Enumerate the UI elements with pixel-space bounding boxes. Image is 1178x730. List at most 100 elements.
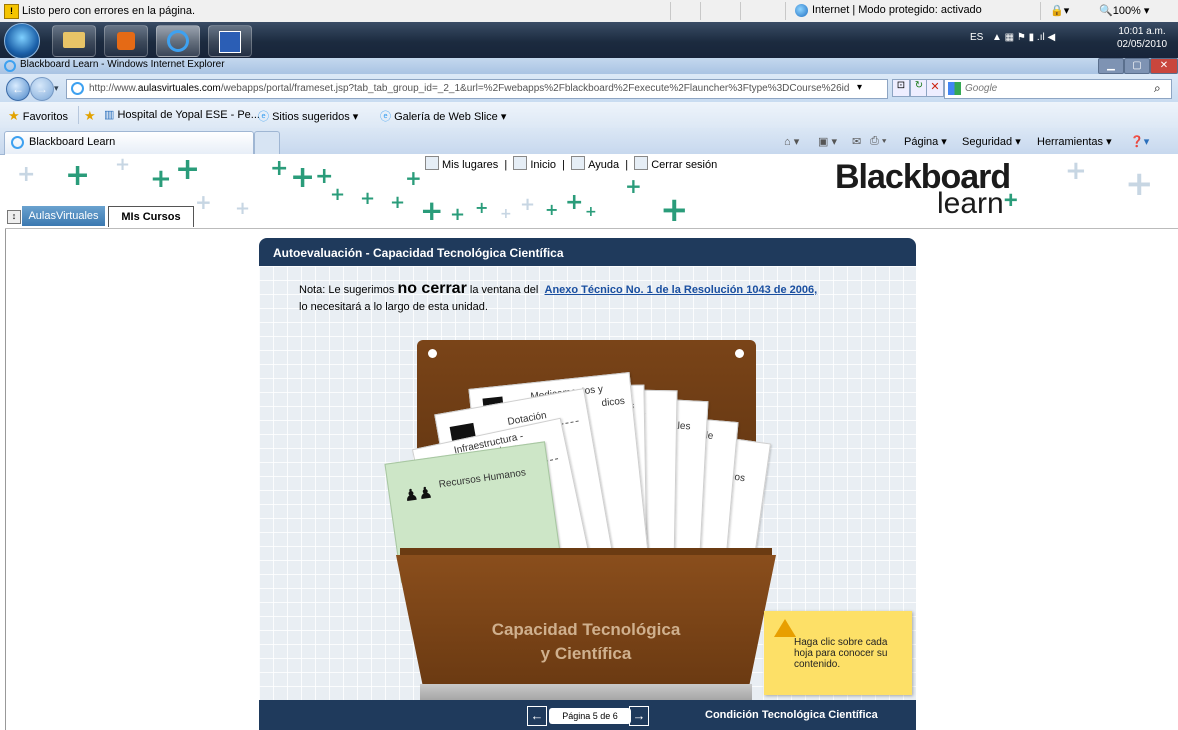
ie-logo-icon	[4, 60, 16, 72]
window-title: Blackboard Learn - Windows Internet Expl…	[20, 59, 225, 70]
basket-label-line: Capacidad Tecnológica	[491, 620, 681, 639]
page-icon	[71, 82, 84, 95]
favorite-link-webslice[interactable]: ⓔ Galería de Web Slice ▾	[380, 108, 506, 124]
page-indicator: Página 5 de 6	[549, 708, 631, 724]
help-icon	[571, 156, 586, 170]
home-icon[interactable]: ⌂ ▾	[784, 135, 799, 148]
decor-plus: +	[420, 194, 444, 227]
sheet-label: Recursos Humanos	[438, 467, 527, 491]
address-bar[interactable]: http://www.aulasvirtuales.com/webapps/po…	[66, 79, 888, 99]
link-label: Cerrar sesión	[651, 159, 718, 171]
minimize-button[interactable]: ▁	[1098, 58, 1124, 74]
clock-time[interactable]: 10:01 a.m.	[1112, 26, 1172, 37]
decor-plus: +	[625, 174, 642, 198]
annex-link[interactable]: Anexo Técnico No. 1 de la Resolución 104…	[545, 284, 818, 296]
add-favorite-icon[interactable]: ★	[84, 108, 96, 124]
note-text: la ventana del	[466, 284, 542, 296]
tray-icons[interactable]: ▲ ▦ ⚑ ▮ .ıl ◀	[992, 32, 1055, 43]
compatibility-view-icon[interactable]: ⊡	[892, 79, 910, 97]
windows-taskbar: ES ▲ ▦ ⚑ ▮ .ıl ◀ 10:01 a.m. 02/05/2010	[0, 22, 1178, 59]
basket-label-line: y Científica	[540, 644, 632, 663]
media-player-taskbar-icon[interactable]	[104, 25, 148, 57]
tab-bar: Blackboard Learn ⌂ ▾ ▣ ▾ ✉ ⎙ ▾ Página ▾ …	[0, 128, 1178, 155]
feeds-icon[interactable]: ▣ ▾	[818, 135, 837, 148]
sheet-label: dicos	[601, 395, 626, 410]
tools-menu[interactable]: Herramientas ▾	[1037, 135, 1112, 148]
explorer-taskbar-icon[interactable]	[52, 25, 96, 57]
site-icon: ▥	[104, 109, 115, 121]
logo-plus-icon: +	[1003, 187, 1018, 214]
decor-plus: +	[450, 204, 466, 225]
address-toolbar: ← → ▾ http://www.aulasvirtuales.com/weba…	[0, 74, 1178, 102]
decor-plus: +	[115, 154, 131, 175]
help-icon[interactable]: ❓▾	[1130, 135, 1149, 148]
ie-taskbar-icon[interactable]	[156, 25, 200, 57]
lo-title: Autoevaluación - Capacidad Tecnológica C…	[273, 246, 564, 260]
ie-status-bar: ! Listo pero con errores en la página. I…	[0, 0, 1178, 23]
basket-label: Capacidad Tecnológica y Científica	[440, 618, 732, 666]
security-menu[interactable]: Seguridad ▾	[962, 135, 1021, 148]
mail-icon[interactable]: ✉	[852, 135, 861, 148]
language-indicator[interactable]: ES	[970, 32, 983, 43]
my-places-icon	[425, 156, 439, 170]
note-emphasis: no cerrar	[397, 280, 467, 297]
maximize-button[interactable]: ▢	[1124, 58, 1150, 74]
history-dropdown-icon[interactable]: ▾	[54, 83, 59, 94]
decor-plus: +	[235, 198, 251, 219]
security-zone-text[interactable]: Internet | Modo protegido: activado	[812, 4, 982, 16]
people-icon: ♟♟	[403, 484, 434, 506]
my-places-link[interactable]: Mis lugares	[425, 156, 499, 171]
favorite-label: Galería de Web Slice ▾	[394, 111, 507, 123]
stop-icon[interactable]: ✕	[926, 79, 944, 97]
favorite-label: Sitios sugeridos ▾	[272, 111, 359, 123]
decor-plus: +	[475, 198, 489, 217]
favorites-bar: ★ Favoritos ★ ▥ Hospital de Yopal ESE - …	[0, 102, 1178, 129]
favorites-button[interactable]: ★ Favoritos	[8, 108, 68, 124]
home-icon	[513, 156, 528, 170]
logout-link[interactable]: Cerrar sesión	[634, 156, 718, 171]
page-menu[interactable]: Página ▾	[904, 135, 947, 148]
previous-page-button[interactable]: ←	[527, 706, 547, 726]
address-dropdown-icon[interactable]: ▾	[857, 82, 862, 93]
print-icon[interactable]: ⎙ ▾	[870, 135, 886, 148]
status-divider	[700, 2, 701, 20]
link-label: Mis lugares	[442, 159, 499, 171]
favorite-link-suggested[interactable]: ⓔ Sitios sugeridos ▾	[258, 108, 358, 124]
decor-plus: +	[65, 158, 91, 193]
expand-nav-icon[interactable]: ↕	[7, 210, 21, 224]
search-placeholder: Google	[965, 83, 998, 94]
home-link[interactable]: Inicio	[513, 156, 556, 171]
favorite-label: Hospital de Yopal ESE - Pe...	[117, 109, 260, 121]
start-button[interactable]	[4, 23, 40, 59]
note-text: lo necesitará a lo largo de esta unidad.	[299, 301, 488, 313]
google-icon	[948, 82, 961, 95]
word-taskbar-icon[interactable]	[208, 25, 252, 57]
search-input[interactable]: Google	[944, 79, 1172, 99]
status-message[interactable]: Listo pero con errores en la página.	[22, 5, 195, 17]
url-text[interactable]: http://www.aulasvirtuales.com/webapps/po…	[89, 83, 849, 94]
new-tab-button[interactable]	[254, 131, 280, 154]
help-link[interactable]: Ayuda	[571, 156, 619, 171]
forward-button[interactable]: →	[30, 77, 54, 101]
window-title-bar: Blackboard Learn - Windows Internet Expl…	[0, 58, 1178, 74]
zoom-level[interactable]: 🔍100% ▾	[1099, 4, 1149, 17]
close-window-button[interactable]: ✕	[1150, 58, 1178, 74]
clock-date[interactable]: 02/05/2010	[1112, 39, 1172, 50]
back-button[interactable]: ←	[6, 77, 30, 101]
next-page-button[interactable]: →	[629, 706, 649, 726]
warning-icon[interactable]: !	[4, 4, 19, 19]
favorite-link-hospital[interactable]: ▥ Hospital de Yopal ESE - Pe...	[104, 108, 260, 121]
basket-stand	[420, 684, 752, 700]
tab-mis-cursos[interactable]: MIs Cursos	[108, 206, 194, 227]
decor-plus: +	[545, 200, 559, 219]
protected-mode-icon[interactable]: 🔒▾	[1050, 4, 1069, 17]
divider	[78, 106, 79, 124]
decor-plus: +	[565, 190, 584, 215]
search-icon[interactable]: ⌕	[1154, 81, 1161, 96]
tab-aulas-virtuales[interactable]: AulasVirtuales	[22, 206, 105, 226]
decor-plus: +	[1125, 164, 1154, 204]
favorites-label: Favoritos	[22, 111, 68, 123]
status-divider	[785, 2, 786, 20]
tab-blackboard-learn[interactable]: Blackboard Learn	[4, 131, 254, 154]
decor-plus: +	[360, 188, 376, 209]
